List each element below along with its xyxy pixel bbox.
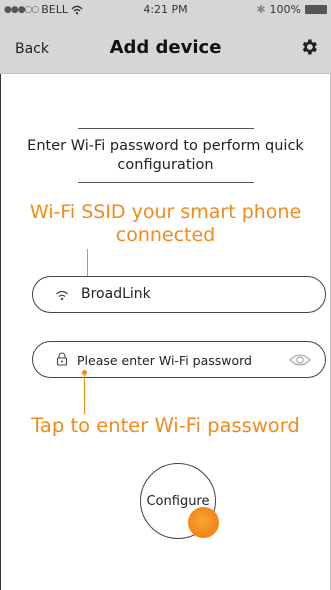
ssid-value: BroadLink <box>81 286 151 302</box>
nav-bar: Back Add device <box>0 20 331 74</box>
status-bar: ●●●○○ BELL 4:21 PM ✱ 100% <box>0 0 331 20</box>
bluetooth-icon: ✱ <box>256 3 266 16</box>
lock-icon <box>56 352 68 366</box>
page-title: Add device <box>109 37 222 58</box>
ssid-field[interactable]: BroadLink <box>32 276 326 313</box>
ssid-annotation: Wi-Fi SSID your smart phone connected <box>29 201 302 246</box>
touch-indicator <box>188 507 219 538</box>
divider <box>77 182 254 183</box>
password-annotation-pointer <box>84 374 85 414</box>
password-input[interactable] <box>77 350 277 370</box>
wifi-icon <box>56 290 68 301</box>
instruction-block: Enter Wi-Fi password to perform quick co… <box>0 128 331 183</box>
ssid-annotation-pointer <box>87 249 88 279</box>
instruction-text: Enter Wi-Fi password to perform quick co… <box>27 138 304 173</box>
status-right: ✱ 100% <box>256 3 327 16</box>
battery-percent: 100% <box>269 3 301 16</box>
eye-icon[interactable] <box>289 353 311 367</box>
password-annotation: Tap to enter Wi-Fi password <box>31 414 300 437</box>
password-field[interactable] <box>32 341 326 378</box>
battery-icon <box>305 5 327 14</box>
gear-icon[interactable] <box>299 37 319 57</box>
